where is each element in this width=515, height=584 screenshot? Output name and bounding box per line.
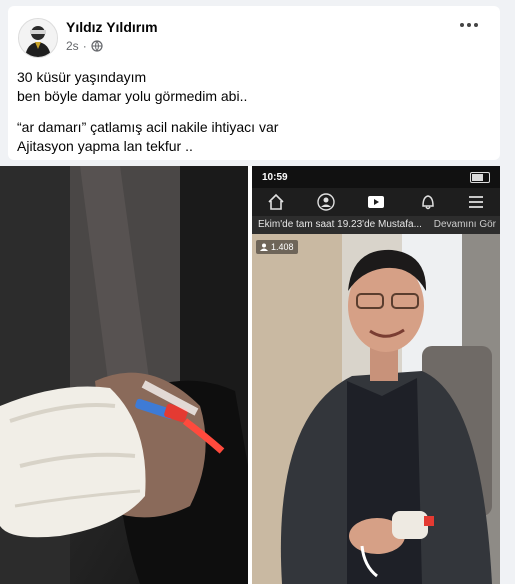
photo-hand-bandage[interactable]: [0, 166, 248, 584]
battery-icon: [470, 172, 490, 183]
dot: [467, 23, 471, 27]
menu-icon[interactable]: [466, 192, 486, 212]
dot: [460, 23, 464, 27]
video-caption-bar[interactable]: Ekim'de tam saat 19.23'de Mustafa... Dev…: [252, 216, 500, 234]
viewer-count-badge: 1.408: [256, 240, 298, 254]
post-time[interactable]: 2s: [66, 39, 79, 53]
photo-phone-screenshot[interactable]: 10:59 Ekim'de tam saat 19.23'de Mustafa.…: [252, 166, 500, 584]
avatar-image: [19, 19, 57, 57]
person-icon: [260, 243, 268, 251]
friends-icon[interactable]: [316, 192, 336, 212]
post-line: ben böyle damar yolu görmedim abi..: [17, 88, 248, 104]
home-icon[interactable]: [266, 192, 286, 212]
author-name[interactable]: Yıldız Yıldırım: [66, 19, 158, 35]
more-options-button[interactable]: [460, 23, 478, 27]
video-caption: Ekim'de tam saat 19.23'de Mustafa...: [258, 219, 422, 230]
post-meta: 2s ·: [66, 39, 103, 53]
viewer-count: 1.408: [271, 242, 294, 252]
phone-clock: 10:59: [262, 172, 288, 183]
phone-nav-bar: [252, 188, 500, 216]
bell-icon[interactable]: [418, 192, 438, 212]
post-card: Yıldız Yıldırım 2s · 30 küsür yaşındayım…: [8, 6, 500, 160]
post-line: 30 küsür yaşındayım: [17, 69, 147, 85]
avatar[interactable]: [18, 18, 58, 58]
post-text: 30 küsür yaşındayım ben böyle damar yolu…: [17, 68, 487, 156]
hand-photo-image: [0, 166, 248, 584]
meta-dot: ·: [82, 39, 87, 53]
post-line: Ajitasyon yapma lan tekfur ..: [17, 138, 193, 154]
globe-icon: [91, 40, 103, 52]
dot: [474, 23, 478, 27]
phone-status-bar: 10:59: [252, 166, 500, 188]
post-line: “ar damarı” çatlamış acil nakile ihtiyac…: [17, 119, 279, 135]
video-icon[interactable]: [366, 192, 386, 212]
see-more-link[interactable]: Devamını Gör: [434, 216, 496, 234]
